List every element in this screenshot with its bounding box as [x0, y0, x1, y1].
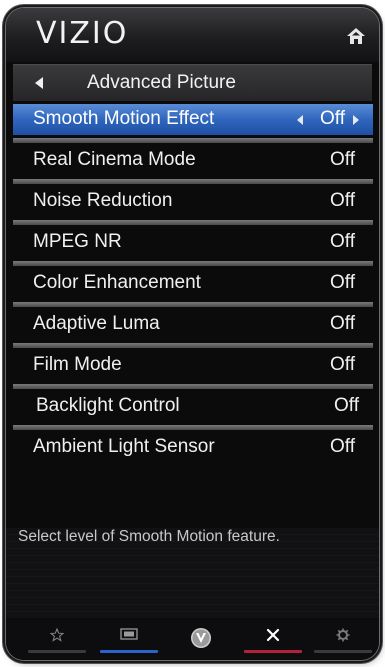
- row-divider: [13, 220, 373, 225]
- close-icon: [266, 628, 280, 642]
- blue-underline: [100, 650, 158, 653]
- menu-item-mpeg-nr[interactable]: MPEG NR Off: [13, 220, 373, 258]
- menu-item-adaptive-luma[interactable]: Adaptive Luma Off: [13, 302, 373, 340]
- menu-item-value: Off: [330, 436, 355, 457]
- menu-item-film-mode[interactable]: Film Mode Off: [13, 343, 373, 381]
- submenu-header: Advanced Picture: [13, 64, 372, 102]
- row-divider: [13, 261, 373, 266]
- submenu-title: Advanced Picture: [87, 72, 236, 93]
- menu-item-value: Off: [330, 149, 355, 170]
- row-divider: [13, 179, 373, 184]
- home-icon[interactable]: [345, 26, 367, 46]
- row-divider: [13, 343, 373, 348]
- menu-item-backlight-control[interactable]: Backlight Control Off: [13, 384, 373, 422]
- menu-item-value: Off: [330, 313, 355, 334]
- menu-item-label: Noise Reduction: [33, 190, 173, 211]
- tv-menu-panel: VIZIO Advanced Picture Smooth Motion Eff…: [6, 8, 379, 660]
- menu-item-real-cinema-mode[interactable]: Real Cinema Mode Off: [13, 138, 373, 176]
- help-text: Select level of Smooth Motion feature.: [18, 528, 280, 545]
- yellow-underline: [28, 650, 86, 653]
- row-divider: [13, 138, 373, 143]
- row-divider: [13, 384, 373, 389]
- vizio-menu-button[interactable]: [172, 624, 230, 656]
- menu-item-label: Color Enhancement: [33, 272, 201, 293]
- gray-underline: [314, 650, 372, 653]
- row-divider: [13, 302, 373, 307]
- star-icon: [50, 628, 64, 642]
- red-underline: [244, 650, 302, 653]
- row-divider: [13, 425, 373, 430]
- bottom-bar: [6, 620, 379, 660]
- vizio-v-icon: [191, 628, 211, 648]
- menu-item-label: Backlight Control: [36, 395, 180, 416]
- menu-item-color-enhancement[interactable]: Color Enhancement Off: [13, 261, 373, 299]
- vizio-logo: VIZIO: [36, 16, 129, 51]
- menu-item-label: Adaptive Luma: [33, 313, 160, 334]
- settings-button[interactable]: [314, 624, 372, 656]
- exit-button[interactable]: [244, 624, 302, 656]
- input-button[interactable]: [100, 624, 158, 656]
- menu-item-value: Off: [330, 272, 355, 293]
- gear-icon: [336, 628, 350, 642]
- menu-item-value: Off: [330, 231, 355, 252]
- help-panel: Select level of Smooth Motion feature.: [6, 528, 379, 618]
- favorites-button[interactable]: [28, 624, 86, 656]
- chevron-right-icon[interactable]: [353, 115, 359, 125]
- menu-item-value: Off: [334, 395, 359, 416]
- menu-item-value: Off: [330, 354, 355, 375]
- menu-item-label: Smooth Motion Effect: [33, 108, 215, 129]
- header-bar: VIZIO: [6, 8, 379, 62]
- menu-item-label: Real Cinema Mode: [33, 149, 196, 170]
- menu-item-ambient-light-sensor[interactable]: Ambient Light Sensor Off: [13, 425, 373, 463]
- menu-item-label: Ambient Light Sensor: [33, 436, 215, 457]
- menu-item-smooth-motion-effect[interactable]: Smooth Motion Effect Off: [13, 104, 373, 135]
- back-arrow-icon[interactable]: [33, 76, 45, 90]
- screen-icon: [120, 628, 138, 640]
- menu-item-label: Film Mode: [33, 354, 122, 375]
- menu-item-noise-reduction[interactable]: Noise Reduction Off: [13, 179, 373, 217]
- chevron-left-icon[interactable]: [297, 115, 303, 125]
- menu-item-value: Off: [330, 190, 355, 211]
- menu-item-value: Off: [320, 108, 345, 129]
- menu-item-label: MPEG NR: [33, 231, 122, 252]
